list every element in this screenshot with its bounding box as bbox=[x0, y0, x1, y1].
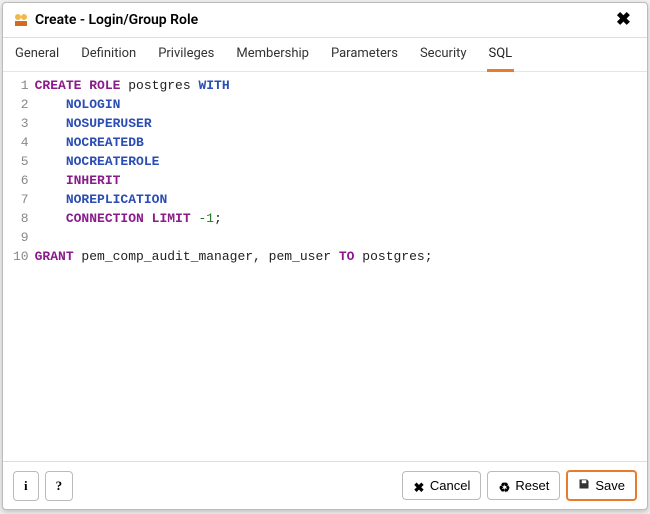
role-icon bbox=[13, 12, 29, 28]
tab-security[interactable]: Security bbox=[418, 38, 469, 71]
info-icon: i bbox=[24, 478, 28, 494]
save-icon bbox=[578, 478, 590, 493]
cancel-icon: ✖ bbox=[413, 480, 425, 492]
cancel-label: Cancel bbox=[430, 478, 470, 493]
tab-general[interactable]: General bbox=[13, 38, 61, 71]
help-button[interactable]: ? bbox=[45, 471, 74, 501]
tab-parameters[interactable]: Parameters bbox=[329, 38, 400, 71]
footer: i ? ✖ Cancel ♻ Reset Save bbox=[3, 461, 647, 509]
tab-definition[interactable]: Definition bbox=[79, 38, 138, 71]
help-icon: ? bbox=[56, 478, 63, 494]
code-line: CREATE ROLE postgres WITH bbox=[35, 76, 637, 95]
code-line: CONNECTION LIMIT -1; bbox=[35, 209, 637, 228]
code-content: CREATE ROLE postgres WITH NOLOGIN NOSUPE… bbox=[35, 76, 647, 461]
titlebar: Create - Login/Group Role ✖ bbox=[3, 3, 647, 38]
code-line: INHERIT bbox=[35, 171, 637, 190]
code-line: GRANT pem_comp_audit_manager, pem_user T… bbox=[35, 247, 637, 266]
recycle-icon: ♻ bbox=[498, 480, 510, 492]
code-line: NOCREATEROLE bbox=[35, 152, 637, 171]
tab-privileges[interactable]: Privileges bbox=[156, 38, 216, 71]
line-gutter: 12345678910 bbox=[3, 76, 35, 461]
reset-label: Reset bbox=[515, 478, 549, 493]
tab-sql[interactable]: SQL bbox=[487, 38, 515, 72]
code-line: NOCREATEDB bbox=[35, 133, 637, 152]
save-button[interactable]: Save bbox=[566, 470, 637, 501]
cancel-button[interactable]: ✖ Cancel bbox=[402, 471, 481, 500]
reset-button[interactable]: ♻ Reset bbox=[487, 471, 560, 500]
sql-editor[interactable]: 12345678910 CREATE ROLE postgres WITH NO… bbox=[3, 72, 647, 461]
dialog-title: Create - Login/Group Role bbox=[35, 12, 610, 28]
code-line: NOLOGIN bbox=[35, 95, 637, 114]
tabs: General Definition Privileges Membership… bbox=[3, 38, 647, 72]
create-role-dialog: Create - Login/Group Role ✖ General Defi… bbox=[2, 2, 648, 510]
close-icon[interactable]: ✖ bbox=[610, 9, 637, 31]
code-line: NOREPLICATION bbox=[35, 190, 637, 209]
code-line: NOSUPERUSER bbox=[35, 114, 637, 133]
tab-membership[interactable]: Membership bbox=[234, 38, 311, 71]
code-line bbox=[35, 228, 637, 247]
info-button[interactable]: i bbox=[13, 471, 39, 501]
save-label: Save bbox=[595, 478, 625, 493]
